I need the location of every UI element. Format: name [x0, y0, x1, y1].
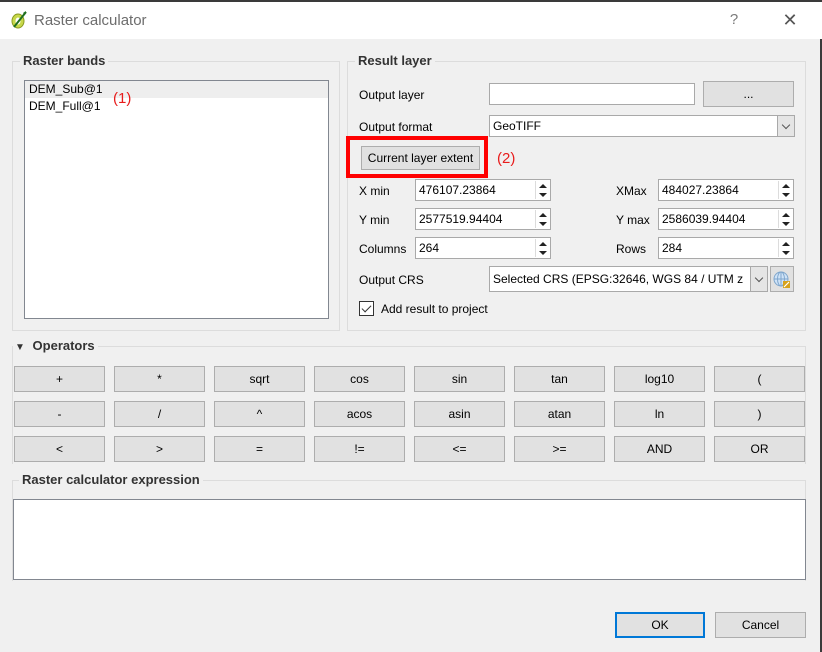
output-crs-label: Output CRS	[359, 273, 424, 287]
ymin-spinbox[interactable]: 2577519.94404	[415, 208, 551, 230]
output-layer-input[interactable]	[489, 83, 695, 105]
operator-button[interactable]: OR	[714, 436, 805, 462]
operator-button[interactable]: ln	[614, 401, 705, 427]
output-crs-select[interactable]: Selected CRS (EPSG:32646, WGS 84 / UTM z	[489, 266, 768, 292]
xmin-value: 476107.23864	[419, 183, 496, 197]
expression-input[interactable]	[13, 499, 806, 580]
ok-button[interactable]: OK	[615, 612, 705, 638]
xmax-value: 484027.23864	[662, 183, 739, 197]
list-item[interactable]: DEM_Sub@1	[25, 81, 328, 98]
xmax-label: XMax	[616, 184, 647, 198]
columns-value: 264	[419, 241, 440, 255]
operator-button[interactable]: *	[114, 366, 205, 392]
operator-button[interactable]: sin	[414, 366, 505, 392]
operator-button[interactable]: +	[14, 366, 105, 392]
output-layer-label: Output layer	[359, 88, 425, 102]
spin-arrows-icon[interactable]	[535, 210, 549, 228]
rows-label: Rows	[616, 242, 647, 256]
operator-button[interactable]: -	[14, 401, 105, 427]
raster-bands-list[interactable]: DEM_Sub@1 DEM_Full@1	[24, 80, 329, 319]
operator-button[interactable]: <	[14, 436, 105, 462]
browse-button[interactable]: ...	[703, 81, 794, 107]
xmin-label: X min	[359, 184, 390, 198]
operators-title-text: Operators	[32, 338, 95, 353]
operator-button[interactable]: !=	[314, 436, 405, 462]
annotation-2: (2)	[497, 150, 516, 167]
rows-spinbox[interactable]: 284	[658, 237, 794, 259]
spin-arrows-icon[interactable]	[778, 239, 792, 257]
cancel-button[interactable]: Cancel	[715, 612, 806, 638]
chevron-down-icon[interactable]	[750, 267, 767, 291]
operator-button[interactable]: >	[114, 436, 205, 462]
output-crs-value: Selected CRS (EPSG:32646, WGS 84 / UTM z	[493, 272, 744, 286]
operator-button[interactable]: AND	[614, 436, 705, 462]
current-layer-extent-button[interactable]: Current layer extent	[361, 146, 480, 170]
close-button[interactable]: ✕	[776, 6, 804, 34]
help-button[interactable]: ?	[722, 6, 746, 34]
ymax-label: Y max	[616, 213, 650, 227]
operator-button[interactable]: cos	[314, 366, 405, 392]
xmax-spinbox[interactable]: 484027.23864	[658, 179, 794, 201]
window-title: Raster calculator	[34, 12, 147, 29]
ymax-value: 2586039.94404	[662, 212, 746, 226]
checkmark-icon	[361, 302, 372, 313]
operator-button[interactable]: acos	[314, 401, 405, 427]
xmin-spinbox[interactable]: 476107.23864	[415, 179, 551, 201]
operator-button[interactable]: atan	[514, 401, 605, 427]
qgis-logo-icon	[11, 11, 27, 29]
ymax-spinbox[interactable]: 2586039.94404	[658, 208, 794, 230]
spin-arrows-icon[interactable]	[778, 210, 792, 228]
operator-button[interactable]: /	[114, 401, 205, 427]
operators-title: ▼ Operators	[13, 338, 98, 353]
operator-button[interactable]: =	[214, 436, 305, 462]
operator-button[interactable]: asin	[414, 401, 505, 427]
output-format-label: Output format	[359, 120, 433, 134]
title-bar: Raster calculator ? ✕	[0, 2, 822, 39]
columns-label: Columns	[359, 242, 407, 256]
annotation-1: (1)	[113, 90, 132, 107]
spin-arrows-icon[interactable]	[535, 181, 549, 199]
output-format-select[interactable]: GeoTIFF	[489, 115, 795, 137]
output-format-value: GeoTIFF	[493, 119, 542, 133]
operator-button[interactable]: )	[714, 401, 805, 427]
columns-spinbox[interactable]: 264	[415, 237, 551, 259]
list-item[interactable]: DEM_Full@1	[25, 98, 328, 115]
crs-selector-button[interactable]	[770, 266, 794, 292]
operator-button[interactable]: (	[714, 366, 805, 392]
operator-button[interactable]: sqrt	[214, 366, 305, 392]
ymin-value: 2577519.94404	[419, 212, 503, 226]
ymin-label: Y min	[359, 213, 390, 227]
add-result-label: Add result to project	[381, 302, 488, 316]
operator-button[interactable]: ^	[214, 401, 305, 427]
raster-bands-title: Raster bands	[20, 53, 109, 68]
collapse-triangle-icon[interactable]: ▼	[15, 342, 25, 353]
expression-title: Raster calculator expression	[19, 472, 203, 487]
operator-button[interactable]: log10	[614, 366, 705, 392]
spin-arrows-icon[interactable]	[778, 181, 792, 199]
operator-button[interactable]: <=	[414, 436, 505, 462]
result-layer-title: Result layer	[355, 53, 435, 68]
chevron-down-icon[interactable]	[777, 116, 794, 136]
rows-value: 284	[662, 241, 683, 255]
operator-button[interactable]: >=	[514, 436, 605, 462]
crs-selector-icon	[773, 271, 790, 288]
spin-arrows-icon[interactable]	[535, 239, 549, 257]
operator-button[interactable]: tan	[514, 366, 605, 392]
add-result-checkbox[interactable]	[359, 301, 374, 316]
